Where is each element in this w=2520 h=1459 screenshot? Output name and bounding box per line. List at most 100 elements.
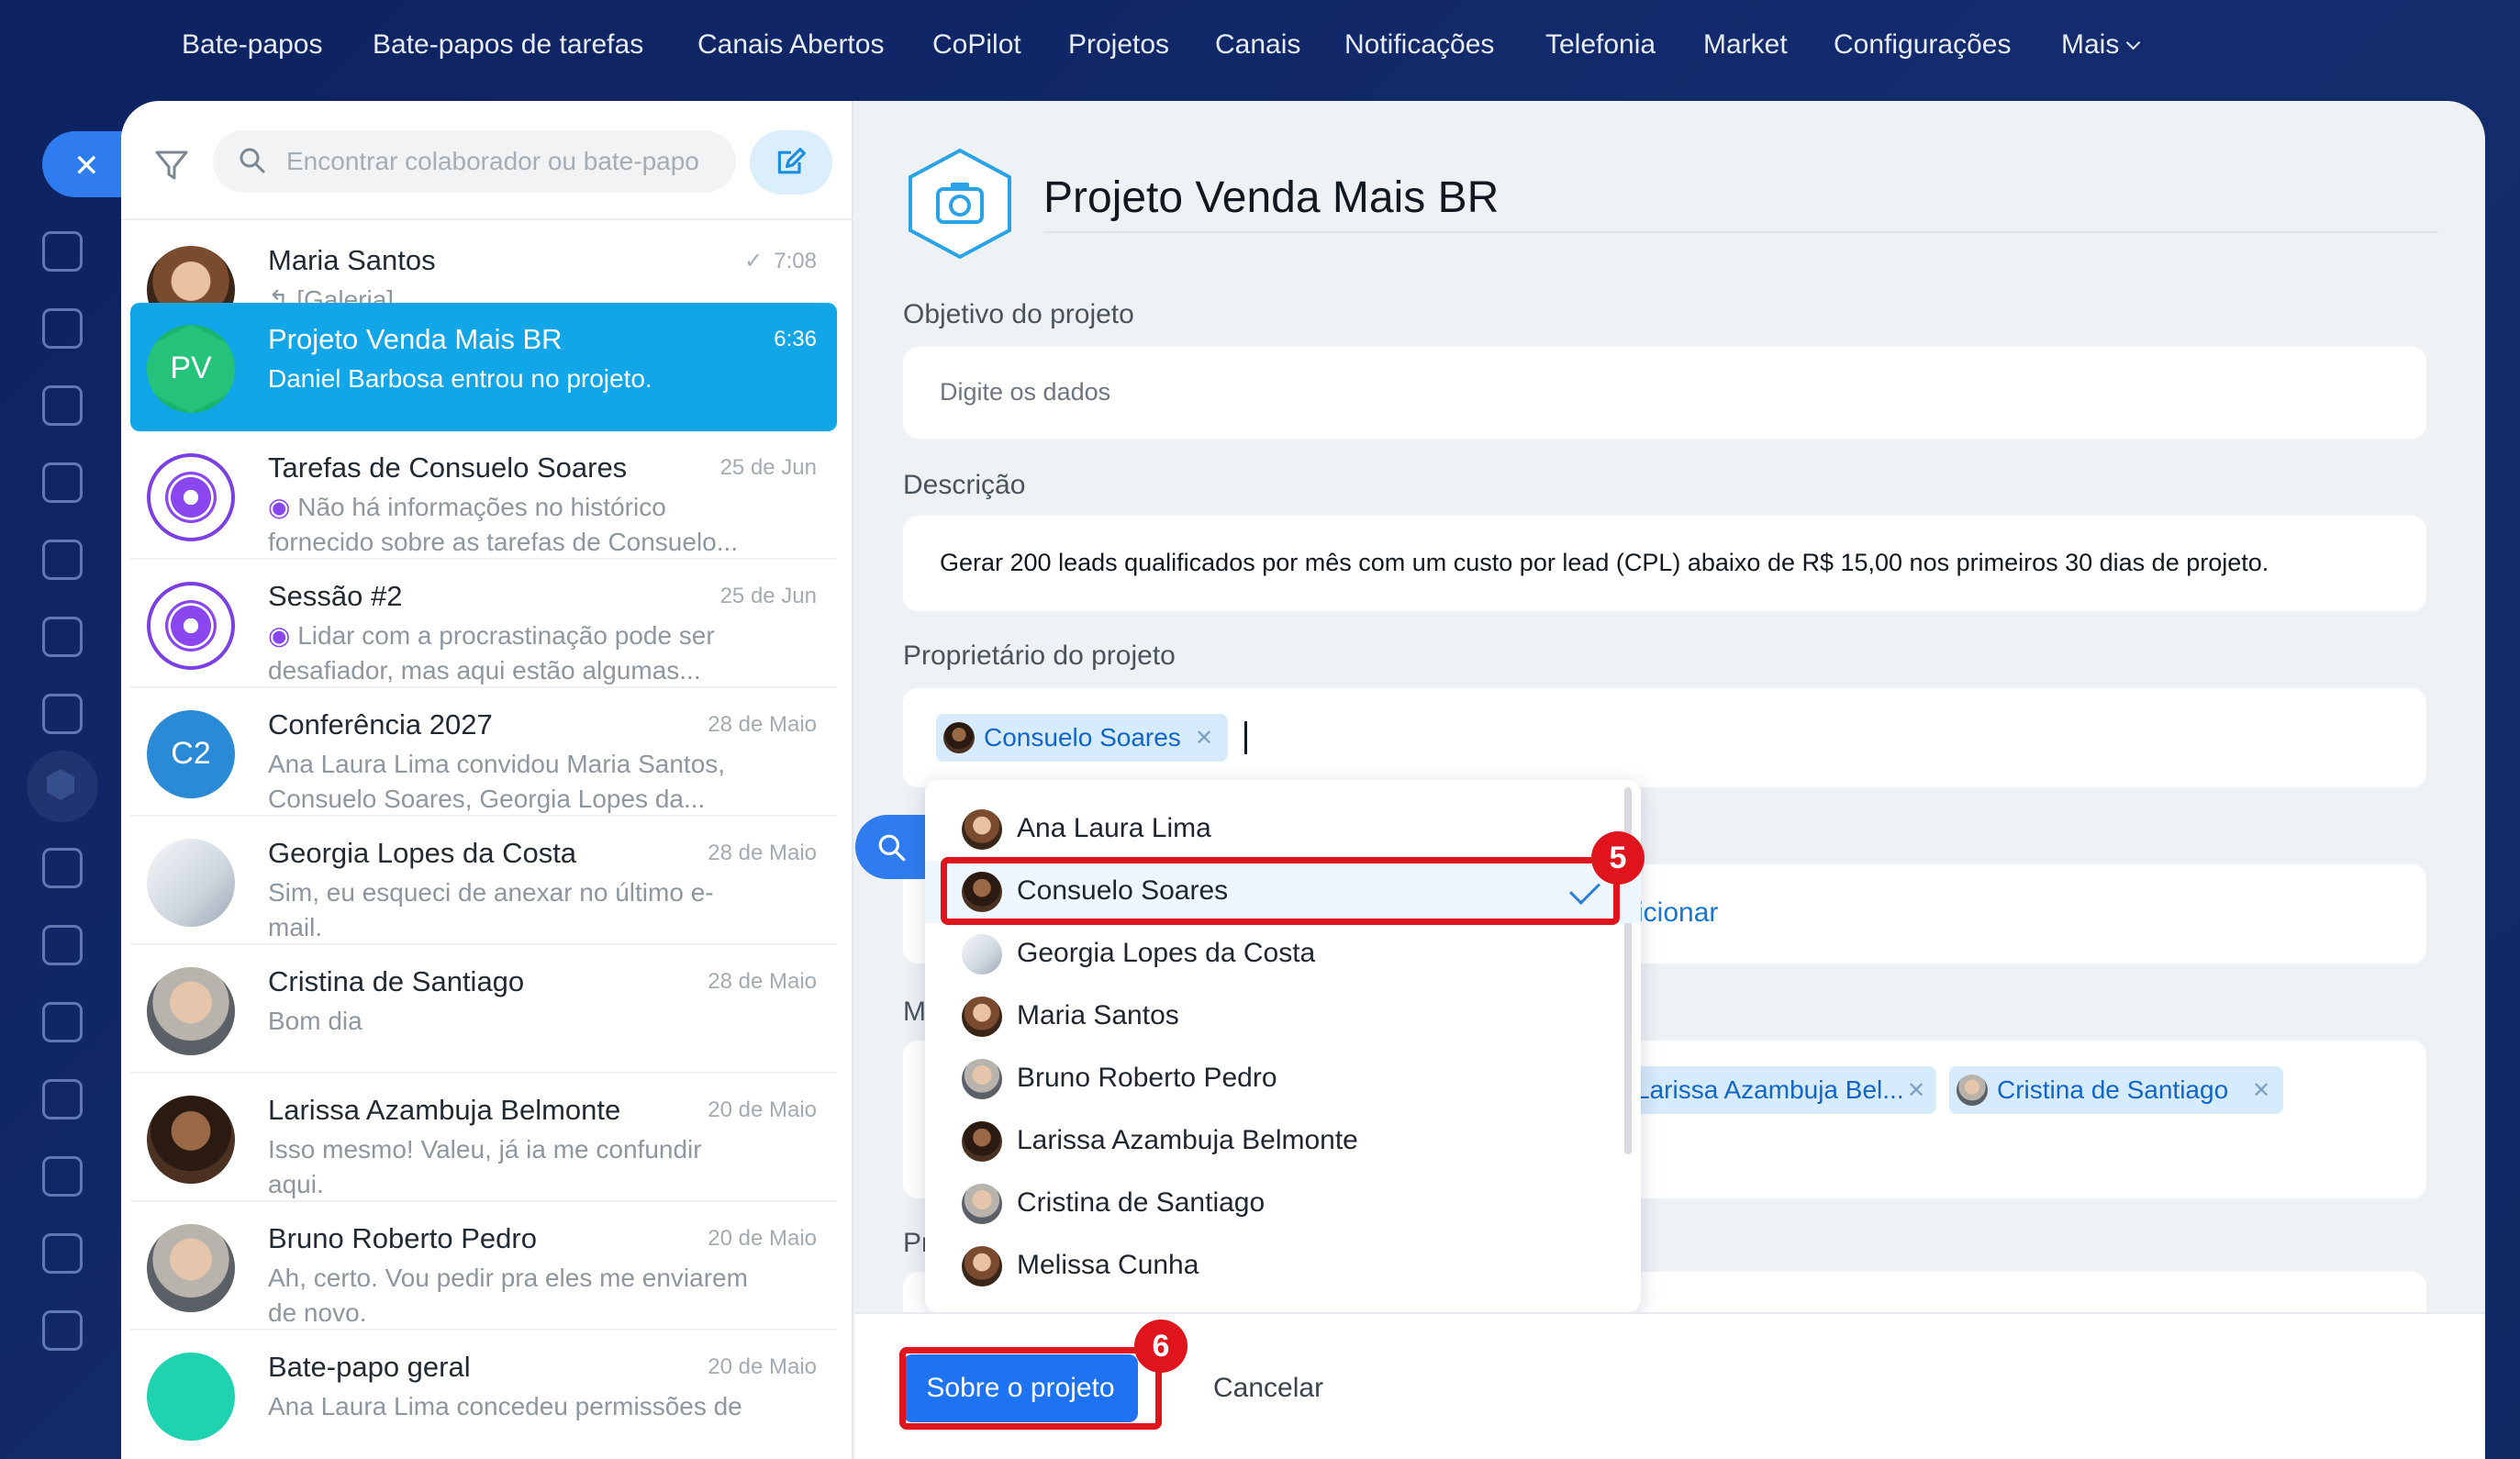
cancel-button[interactable]: Cancelar [1213, 1354, 1323, 1422]
close-icon: ✕ [73, 149, 100, 184]
project-title[interactable]: Projeto Venda Mais BR [1043, 173, 1499, 223]
chat-preview: ◉ Lidar com a procrastinação pode ser de… [268, 618, 764, 688]
filter-funnel-icon[interactable] [42, 1002, 83, 1042]
copilot-avatar-icon [147, 453, 235, 541]
chat-name: Conferência 2027 [268, 708, 493, 741]
chat-name: Tarefas de Consuelo Soares [268, 451, 628, 484]
chat-item-active[interactable]: PV Projeto Venda Mais BR 6:36 Daniel Bar… [130, 303, 837, 431]
chat-item[interactable]: Georgia Lopes da Costa 28 de Maio Sim, e… [130, 817, 837, 945]
option-name: Maria Santos [1017, 1000, 1179, 1030]
nav-canais-abertos[interactable]: Canais Abertos [697, 29, 884, 61]
chat-item[interactable]: C2 Conferência 2027 28 de Maio Ana Laura… [130, 688, 837, 817]
dropdown-option[interactable]: Georgia Lopes da Costa [925, 923, 1641, 986]
chat-name: Sessão #2 [268, 580, 403, 612]
chats-icon[interactable] [42, 308, 83, 349]
avatar [1957, 1075, 1988, 1106]
remove-tag-icon[interactable]: ✕ [1195, 725, 1213, 752]
schedule-icon[interactable] [42, 1156, 83, 1197]
chat-item[interactable]: Larissa Azambuja Belmonte 20 de Maio Iss… [130, 1074, 837, 1202]
chat-preview-text: Lidar com a procrastinação pode ser desa… [268, 621, 715, 685]
avatar: C2 [147, 710, 235, 798]
chat-time: 20 de Maio [708, 1354, 817, 1379]
nav-canais[interactable]: Canais [1215, 29, 1300, 61]
chat-time: 6:36 [774, 327, 817, 351]
avatar [962, 934, 1002, 975]
chat-time: 28 de Maio [708, 712, 817, 737]
chat-item[interactable]: Cristina de Santiago 28 de Maio Bom dia [130, 945, 837, 1074]
add-link[interactable]: icionar [1637, 897, 1718, 929]
nav-market[interactable]: Market [1703, 29, 1788, 61]
avatar [943, 722, 975, 753]
search-input[interactable] [286, 139, 718, 184]
documents-icon[interactable] [42, 462, 83, 503]
compose-button[interactable] [750, 130, 832, 195]
chat-name: Maria Santos [268, 244, 436, 276]
avatar: PV [147, 325, 235, 413]
owner-label: Proprietário do projeto [903, 640, 1176, 671]
search-icon [878, 834, 906, 862]
chat-time: 20 de Maio [708, 1097, 817, 1122]
knowledge-icon[interactable] [42, 925, 83, 965]
remove-tag-icon[interactable]: ✕ [2252, 1077, 2270, 1104]
chat-item[interactable]: Bate-papo geral 20 de Maio Ana Laura Lim… [130, 1331, 837, 1459]
nav-bate-papos[interactable]: Bate-papos [182, 29, 322, 61]
dropdown-option[interactable]: Cristina de Santiago [925, 1173, 1641, 1235]
tasks-icon[interactable] [42, 848, 83, 888]
chat-preview: Bom dia [268, 1007, 362, 1035]
dropdown-option[interactable]: Ana Laura Lima [925, 798, 1641, 861]
avatar [962, 1184, 1002, 1224]
member-tag-name: Cristina de Santiago [1997, 1075, 2229, 1104]
crm-icon[interactable] [42, 1079, 83, 1119]
search-fab-button[interactable] [855, 815, 929, 879]
chat-time-value: 7:08 [774, 249, 817, 273]
avatar [962, 1246, 1002, 1286]
description-value: Gerar 200 leads qualificados por mês com… [940, 549, 2269, 576]
chat-name: Cristina de Santiago [268, 965, 525, 997]
chat-preview: Daniel Barbosa entrou no projeto. [268, 364, 652, 393]
dropdown-option[interactable]: Larissa Azambuja Belmonte [925, 1110, 1641, 1173]
projects-icon[interactable] [27, 751, 98, 822]
title-underline [1043, 231, 2438, 233]
drive-icon[interactable] [42, 617, 83, 657]
chat-time: 28 de Maio [708, 841, 817, 865]
dropdown-option[interactable]: Bruno Roberto Pedro [925, 1048, 1641, 1110]
calendar-icon[interactable] [42, 385, 83, 426]
chat-list: Maria Santos ✓7:08 ↰ [Galeria] PV Projet… [121, 101, 853, 1459]
close-button[interactable]: ✕ [42, 131, 125, 197]
avatar [147, 1224, 235, 1312]
mail-icon[interactable] [42, 694, 83, 734]
members-label: M [903, 997, 926, 1027]
nav-telefonia[interactable]: Telefonia [1545, 29, 1656, 61]
feed-icon[interactable] [42, 231, 83, 272]
search-box[interactable] [213, 130, 736, 193]
camera-icon[interactable] [905, 147, 1015, 261]
nav-projetos[interactable]: Projetos [1068, 29, 1169, 61]
chat-item[interactable]: Tarefas de Consuelo Soares 25 de Jun ◉ N… [130, 431, 837, 560]
nav-mais[interactable]: Mais [2061, 29, 2141, 61]
avatar [962, 997, 1002, 1037]
description-field[interactable]: Gerar 200 leads qualificados por mês com… [903, 516, 2426, 611]
store-icon[interactable] [42, 1233, 83, 1274]
objective-placeholder: Digite os dados [940, 378, 1111, 406]
remove-tag-icon[interactable]: ✕ [1907, 1077, 1925, 1104]
boards-icon[interactable] [42, 540, 83, 580]
nav-configuracoes[interactable]: Configurações [1834, 29, 2011, 61]
nav-notificacoes[interactable]: Notificações [1344, 29, 1494, 61]
owner-tag-name: Consuelo Soares [984, 723, 1181, 752]
nav-bate-papos-de-tarefas[interactable]: Bate-papos de tarefas [373, 29, 643, 61]
dropdown-option[interactable]: Maria Santos [925, 986, 1641, 1048]
dropdown-option[interactable]: Melissa Cunha [925, 1235, 1641, 1298]
analytics-icon[interactable] [42, 1310, 83, 1351]
filter-icon[interactable] [153, 147, 190, 184]
objective-field[interactable]: Digite os dados [903, 347, 2426, 439]
chat-item[interactable]: Bruno Roberto Pedro 20 de Maio Ah, certo… [130, 1202, 837, 1331]
member-tag: Cristina de Santiago ✕ [1949, 1066, 2283, 1114]
nav-copilot[interactable]: CoPilot [932, 29, 1021, 61]
option-name: Larissa Azambuja Belmonte [1017, 1125, 1358, 1155]
chat-name: Projeto Venda Mais BR [268, 323, 563, 355]
read-check-icon: ✓ [744, 249, 764, 273]
chat-preview: Isso mesmo! Valeu, já ia me confundir aq… [268, 1135, 702, 1198]
owner-field[interactable]: Consuelo Soares ✕ [903, 688, 2426, 787]
chat-item[interactable]: Sessão #2 25 de Jun ◉ Lidar com a procra… [130, 560, 837, 688]
avatar [962, 1121, 1002, 1162]
